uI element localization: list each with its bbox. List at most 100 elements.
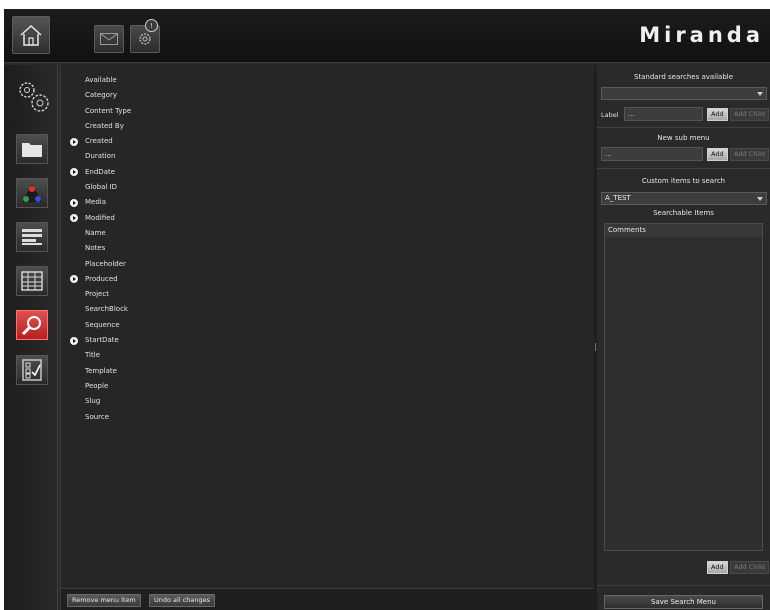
- grid-icon: [21, 271, 43, 291]
- new-sub-menu-heading: New sub menu: [657, 134, 710, 142]
- save-search-menu-button[interactable]: Save Search Menu: [604, 595, 763, 609]
- list-item[interactable]: EndDate: [61, 165, 595, 180]
- left-sidebar: [4, 65, 58, 610]
- sidebar-item-media[interactable]: [16, 134, 48, 164]
- home-icon: [20, 24, 42, 46]
- divider: [597, 127, 770, 128]
- submenu-add-child-button[interactable]: Add Child: [730, 148, 770, 161]
- custom-items-heading: Custom items to search: [641, 177, 726, 185]
- list-item-label: Template: [85, 366, 117, 375]
- list-item[interactable]: SearchBlock: [61, 302, 595, 317]
- submenu-add-button[interactable]: Add: [707, 148, 728, 161]
- list-item-label: SearchBlock: [85, 305, 128, 314]
- available-items-panel: Available Category Content Type Created By C…: [60, 65, 595, 610]
- color-triangle-icon: [22, 184, 42, 202]
- list-item-label: Produced: [85, 274, 118, 283]
- list-item[interactable]: Sequence: [61, 318, 595, 333]
- chevron-down-icon: [757, 197, 763, 201]
- folder-icon: [22, 143, 42, 157]
- list-item-label: Category: [85, 91, 117, 100]
- list-item-label: Created: [85, 137, 113, 146]
- list-item[interactable]: Notes: [61, 241, 595, 256]
- list-item[interactable]: People: [61, 379, 595, 394]
- custom-items-value: A_TEST: [605, 194, 631, 202]
- custom-items-select[interactable]: A_TEST: [601, 192, 767, 205]
- sidebar-item-schedule[interactable]: [16, 266, 48, 296]
- gear-icon: [139, 33, 151, 45]
- list-item-label: Notes: [85, 244, 106, 253]
- center-action-bar: Remove menu item Undo all changes: [61, 588, 595, 610]
- home-button[interactable]: [12, 16, 50, 54]
- list-item[interactable]: Title: [61, 348, 595, 363]
- top-toolbar: ! Miranda: [4, 9, 770, 63]
- standard-searches-select[interactable]: [601, 87, 767, 100]
- list-item-label: Created By: [85, 121, 124, 130]
- splitter-grip[interactable]: [595, 343, 596, 351]
- available-items-list: Available Category Content Type Created By C…: [61, 73, 595, 425]
- list-item[interactable]: Created By: [61, 119, 595, 134]
- expand-arrow-icon[interactable]: [70, 137, 78, 146]
- list-icon: [22, 229, 42, 245]
- list-item-label: Content Type: [85, 106, 132, 115]
- searchable-add-child-button[interactable]: Add Child: [730, 561, 770, 574]
- list-item-label: Sequence: [85, 320, 120, 329]
- searchable-item[interactable]: Comments: [605, 224, 762, 237]
- checklist-icon: [22, 359, 42, 381]
- chevron-down-icon: [757, 92, 763, 96]
- expand-arrow-icon[interactable]: [70, 336, 78, 345]
- list-item[interactable]: Category: [61, 88, 595, 103]
- sidebar-item-checklist[interactable]: [16, 355, 48, 385]
- sidebar-item-color[interactable]: [16, 178, 48, 208]
- list-item-label: StartDate: [85, 336, 119, 345]
- list-item-label: Project: [85, 290, 109, 299]
- undo-all-changes-button[interactable]: Undo all changes: [149, 594, 216, 607]
- list-item-label: Name: [85, 228, 106, 237]
- list-item-label: Duration: [85, 152, 116, 161]
- list-item[interactable]: Content Type: [61, 104, 595, 119]
- sidebar-item-search-config[interactable]: [16, 310, 48, 340]
- divider: [597, 168, 770, 169]
- label-input[interactable]: ...: [624, 107, 703, 121]
- notification-badge: !: [145, 19, 158, 32]
- standard-searches-heading: Standard searches available: [633, 73, 734, 81]
- expand-arrow-icon[interactable]: [70, 198, 78, 207]
- mail-icon: [100, 33, 118, 45]
- add-button[interactable]: Add: [707, 108, 728, 121]
- list-item[interactable]: Created: [61, 134, 595, 149]
- sub-menu-input[interactable]: ...: [601, 147, 703, 161]
- list-item-label: Modified: [85, 213, 115, 222]
- divider: [597, 585, 770, 586]
- list-item[interactable]: Media: [61, 195, 595, 210]
- list-item-label: Title: [85, 351, 101, 360]
- list-item[interactable]: Modified: [61, 211, 595, 226]
- searchable-add-button[interactable]: Add: [707, 561, 728, 574]
- list-item[interactable]: Global ID: [61, 180, 595, 195]
- list-item-label: EndDate: [85, 167, 116, 176]
- list-item[interactable]: StartDate: [61, 333, 595, 348]
- sidebar-item-configuration[interactable]: [14, 78, 54, 118]
- expand-arrow-icon[interactable]: [70, 275, 78, 284]
- expand-arrow-icon[interactable]: [70, 214, 78, 223]
- list-item-label: Global ID: [85, 183, 118, 192]
- messages-button[interactable]: [94, 25, 124, 53]
- sidebar-item-rundown[interactable]: [16, 222, 48, 252]
- list-item-label: Placeholder: [85, 259, 126, 268]
- list-item[interactable]: Placeholder: [61, 257, 595, 272]
- list-item-label: Slug: [85, 397, 101, 406]
- label-caption: Label: [601, 111, 619, 119]
- expand-arrow-icon[interactable]: [70, 168, 78, 177]
- brand-logo: Miranda: [639, 23, 764, 47]
- list-item[interactable]: Produced: [61, 272, 595, 287]
- list-item[interactable]: Template: [61, 364, 595, 379]
- list-item[interactable]: Slug: [61, 394, 595, 409]
- add-child-button[interactable]: Add Child: [730, 108, 770, 121]
- search-config-panel: Standard searches available Label ... Ad…: [597, 65, 770, 610]
- list-item[interactable]: Project: [61, 287, 595, 302]
- searchable-items-list[interactable]: Comments: [604, 223, 763, 551]
- list-item[interactable]: Source: [61, 410, 595, 425]
- list-item[interactable]: Duration: [61, 149, 595, 164]
- list-item[interactable]: Name: [61, 226, 595, 241]
- searchable-items-heading: Searchable Items: [653, 209, 714, 217]
- list-item[interactable]: Available: [61, 73, 595, 88]
- remove-menu-item-button[interactable]: Remove menu item: [67, 594, 141, 607]
